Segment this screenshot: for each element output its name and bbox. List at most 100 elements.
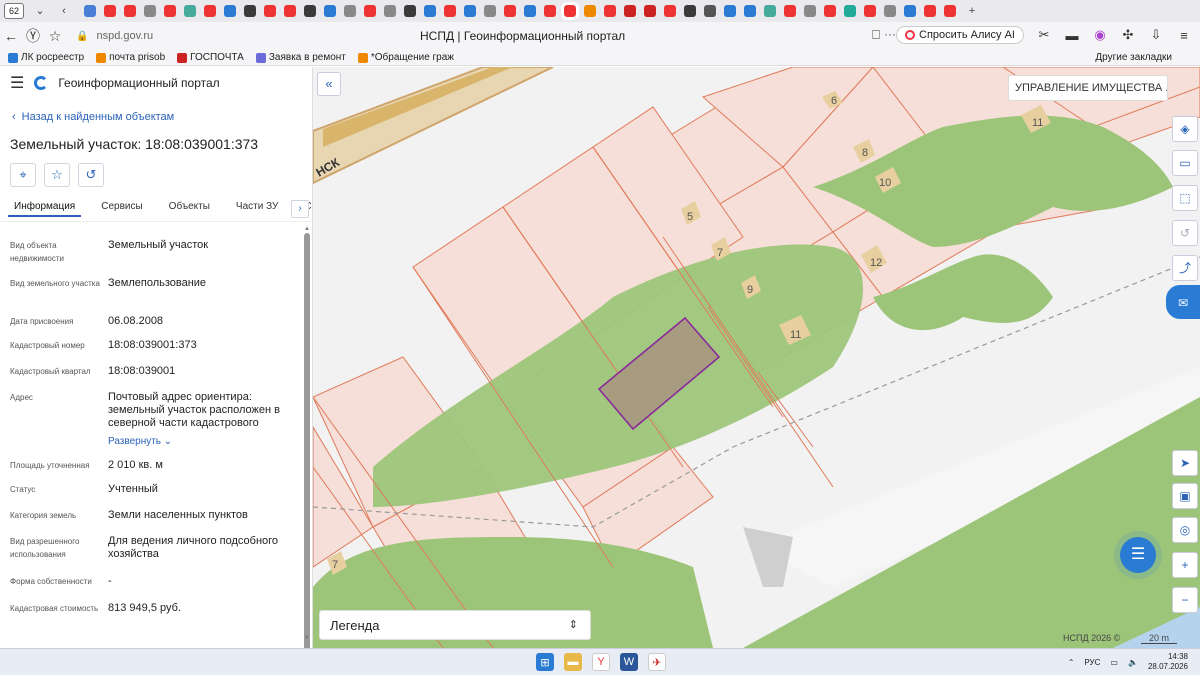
tab-favicon[interactable] <box>304 5 316 17</box>
alice-button[interactable]: Спросить Алису AI <box>896 26 1024 44</box>
back-to-results-link[interactable]: ‹ Назад к найденным объектам <box>12 111 174 123</box>
expand-address-link[interactable]: Развернуть ⌄ <box>108 435 294 448</box>
tab-favicon[interactable] <box>844 5 856 17</box>
tab-favicon[interactable] <box>244 5 256 17</box>
new-tab-plus-icon[interactable]: + <box>964 3 980 19</box>
url-text[interactable]: nspd.gov.ru <box>96 30 153 42</box>
tab-favicon[interactable] <box>124 5 136 17</box>
menu-icon[interactable]: ≡ <box>1176 28 1192 43</box>
tab-favicon[interactable] <box>424 5 436 17</box>
locate-on-map-button[interactable]: ⌖ <box>10 163 36 187</box>
tab-favicon[interactable] <box>924 5 936 17</box>
history-map-button[interactable]: ↺ <box>1172 220 1198 246</box>
tab-favicon[interactable] <box>464 5 476 17</box>
chevron-up-icon[interactable]: ⌃ <box>1068 658 1075 667</box>
map-canvas[interactable]: НСК 6 11 8 10 5 7 12 9 11 7 « УПРАВЛЕНИЕ… <box>313 67 1200 648</box>
tab-favicon[interactable] <box>444 5 456 17</box>
bookmark-item[interactable]: ЛК росреестр <box>8 52 84 63</box>
volume-icon[interactable]: 🔈 <box>1128 658 1138 667</box>
layers-button[interactable]: ◈ <box>1172 116 1198 142</box>
tab-information[interactable]: Информация <box>8 198 82 217</box>
tab-favicon[interactable] <box>264 5 276 17</box>
app-icon[interactable]: ✈ <box>648 653 666 671</box>
chevron-down-icon[interactable]: ⌄ <box>32 3 48 19</box>
tab-favicon[interactable] <box>864 5 876 17</box>
tab-objects[interactable]: Объекты <box>163 198 216 215</box>
windows-start-icon[interactable]: ⊞ <box>536 653 554 671</box>
lock-icon[interactable]: 🔒 <box>76 31 88 42</box>
minimap-button[interactable]: ▣ <box>1172 483 1198 509</box>
yandex-browser-icon[interactable]: Ⓨ <box>22 26 44 46</box>
tab-favicon[interactable] <box>704 5 716 17</box>
tab-favicon[interactable] <box>904 5 916 17</box>
tab-favicon[interactable] <box>624 5 636 17</box>
tab-favicon[interactable] <box>644 5 656 17</box>
favorite-button[interactable]: ☆ <box>44 163 70 187</box>
tab-favicon[interactable] <box>164 5 176 17</box>
collapse-panel-button[interactable]: « <box>317 72 341 96</box>
tab-favicon[interactable] <box>324 5 336 17</box>
tab-count-badge[interactable]: 62 <box>4 3 24 19</box>
extensions-icon[interactable]: ✣ <box>1120 27 1136 43</box>
other-bookmarks[interactable]: Другие закладки <box>1095 52 1172 63</box>
scissors-icon[interactable]: ✂ <box>1036 27 1052 43</box>
tab-favicon[interactable] <box>384 5 396 17</box>
tab-parts[interactable]: Части ЗУ <box>230 198 284 215</box>
tab-favicon[interactable] <box>484 5 496 17</box>
measure-button[interactable]: ▭ <box>1172 150 1198 176</box>
tab-favicon[interactable] <box>764 5 776 17</box>
tab-favicon[interactable] <box>524 5 536 17</box>
tab-favicon[interactable] <box>144 5 156 17</box>
chat-side-button[interactable]: ✉ <box>1166 285 1200 319</box>
bookmark-icon[interactable]: ☆ <box>44 28 66 45</box>
yandex-browser-taskbar-icon[interactable]: Y <box>592 653 610 671</box>
history-button[interactable]: ↺ <box>78 163 104 187</box>
tab-favicon[interactable] <box>284 5 296 17</box>
file-explorer-icon[interactable]: ▬ <box>564 653 582 671</box>
bookmark-item[interactable]: ГОСПОЧТА <box>177 52 244 63</box>
geolocation-button[interactable]: ➤ <box>1172 450 1198 476</box>
tab-favicon[interactable] <box>104 5 116 17</box>
tab-favicon[interactable] <box>744 5 756 17</box>
clock[interactable]: 14:38 28.07.2026 <box>1148 652 1188 672</box>
zoom-in-button[interactable]: + <box>1172 552 1198 578</box>
bookmark-page-icon[interactable]: ⎕ <box>868 27 884 43</box>
tab-favicon[interactable] <box>784 5 796 17</box>
tab-favicon[interactable] <box>561 2 579 20</box>
tab-favicon[interactable] <box>804 5 816 17</box>
hat-icon[interactable]: ▬ <box>1064 28 1080 43</box>
word-icon[interactable]: W <box>620 653 638 671</box>
tab-favicon[interactable] <box>84 5 96 17</box>
back-arrow-icon[interactable]: ← <box>0 28 22 44</box>
legend-panel[interactable]: Легенда ⇕ <box>319 610 591 640</box>
tab-favicon[interactable] <box>824 5 836 17</box>
tab-favicon[interactable] <box>364 5 376 17</box>
tab-favicon[interactable] <box>724 5 736 17</box>
tab-favicon[interactable] <box>224 5 236 17</box>
tab-favicon[interactable] <box>504 5 516 17</box>
chevron-left-icon[interactable]: ‹ <box>56 3 72 19</box>
tab-favicon[interactable] <box>544 5 556 17</box>
tab-favicon[interactable] <box>184 5 196 17</box>
tab-favicon[interactable] <box>664 5 676 17</box>
panel-scrollbar[interactable] <box>304 233 310 648</box>
downloads-icon[interactable]: ⇩ <box>1148 27 1164 43</box>
tab-favicon[interactable] <box>604 5 616 17</box>
tab-favicon[interactable] <box>404 5 416 17</box>
chat-fab-button[interactable]: ☰ <box>1120 537 1156 573</box>
bookmark-item[interactable]: Заявка в ремонт <box>255 52 346 63</box>
scroll-down-arrow[interactable]: ▼ <box>304 635 310 641</box>
bookmark-item[interactable]: *Обращение граж <box>357 52 454 63</box>
street-view-button[interactable]: ◎ <box>1172 517 1198 543</box>
tab-favicon[interactable] <box>944 5 956 17</box>
tab-favicon[interactable] <box>344 5 356 17</box>
select-area-button[interactable]: ⬚ <box>1172 185 1198 211</box>
tab-services[interactable]: Сервисы <box>95 198 148 215</box>
record-icon[interactable]: ◉ <box>1092 27 1108 43</box>
hamburger-menu-icon[interactable]: ☰ <box>10 73 24 93</box>
share-button[interactable]: ⤴ <box>1172 255 1198 281</box>
tab-favicon[interactable] <box>684 5 696 17</box>
language-indicator[interactable]: РУС <box>1084 658 1100 667</box>
zoom-out-button[interactable]: − <box>1172 587 1198 613</box>
tab-favicon[interactable] <box>204 5 216 17</box>
